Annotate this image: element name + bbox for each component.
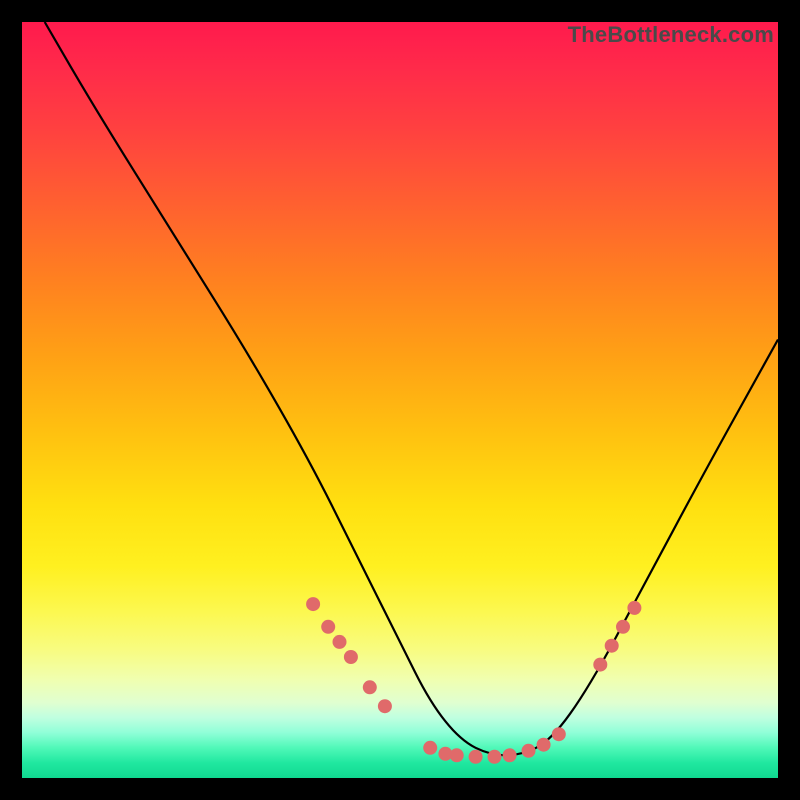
curve-marker [306,597,320,611]
curve-marker [627,601,641,615]
curve-marker [537,738,551,752]
curve-marker [593,658,607,672]
curve-marker [503,748,517,762]
curve-marker [488,750,502,764]
curve-marker [333,635,347,649]
curve-marker [321,620,335,634]
chart-svg [22,22,778,778]
bottleneck-curve [45,22,778,755]
curve-marker [363,680,377,694]
curve-marker [423,741,437,755]
curve-marker [469,750,483,764]
chart-container: TheBottleneck.com [0,0,800,800]
curve-marker [605,639,619,653]
curve-marker [378,699,392,713]
curve-marker [344,650,358,664]
plot-area: TheBottleneck.com [22,22,778,778]
curve-marker [552,727,566,741]
curve-marker [522,744,536,758]
curve-marker [450,748,464,762]
curve-marker [616,620,630,634]
